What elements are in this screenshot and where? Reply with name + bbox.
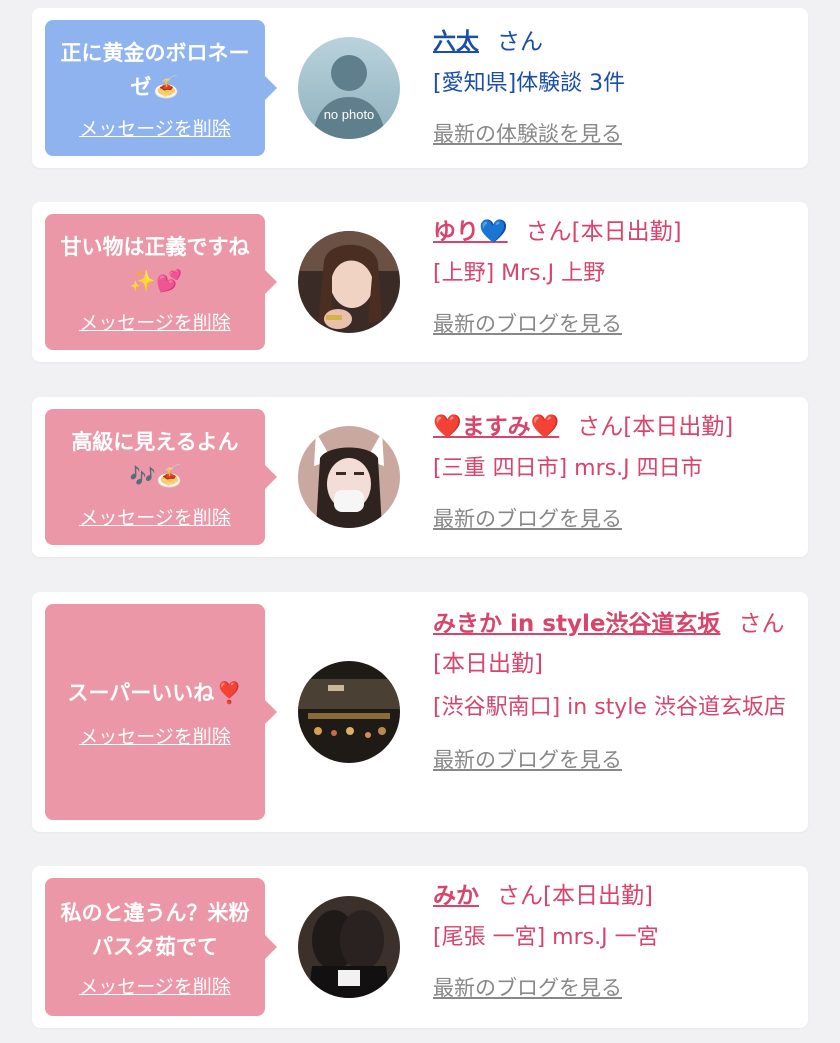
message-text: スーパーいいね❣️ — [67, 680, 243, 705]
delete-message-link[interactable]: メッセージを削除 — [79, 114, 231, 141]
profile-name-link[interactable]: ❤️ますみ❤️ — [433, 414, 559, 440]
honorific-text: さん[本日出勤] — [497, 883, 653, 909]
location-text: [尾張 一宮] mrs.J 一宮 — [433, 925, 659, 950]
avatar[interactable] — [298, 661, 400, 763]
latest-review-link[interactable]: 最新の体験談を見る — [433, 118, 622, 148]
profile-photo-icon — [298, 661, 400, 763]
heart-exclamation-emoji-icon: ❣️ — [216, 680, 243, 705]
profile-info: ❤️ますみ❤️ さん[本日出勤] [三重 四日市] mrs.J 四日市 最新のブロ… — [433, 409, 793, 533]
delete-message-link[interactable]: メッセージを削除 — [79, 722, 231, 749]
name-line: みきか in style渋谷道玄坂 さん[本日出勤] — [433, 604, 793, 684]
message-text: 甘い物は正義ですね✨💕 — [60, 234, 250, 293]
location-text: [渋谷駅南口] in style 渋谷道玄坂店 — [433, 695, 786, 720]
message-bubble: 高級に見えるよん 🎶🍝 メッセージを削除 — [45, 409, 277, 545]
location-text: [上野] Mrs.J 上野 — [433, 261, 606, 286]
location-text: [三重 四日市] mrs.J 四日市 — [433, 456, 703, 481]
profile-info: みか さん[本日出勤] [尾張 一宮] mrs.J 一宮 最新のブログを見る — [433, 878, 793, 1002]
location-text: [愛知県]体験談 3件 — [433, 71, 626, 96]
profile-info: ゆり💙 さん[本日出勤] [上野] Mrs.J 上野 最新のブログを見る — [433, 214, 793, 338]
spaghetti-emoji-icon: 🍝 — [153, 74, 180, 99]
message-list: 正に黄金のボロネーゼ🍝 メッセージを削除 no photo 六太 さん [愛知県]… — [0, 0, 840, 1043]
message-text: 私のと違うん？米粉パスタ茹でて — [60, 900, 250, 959]
profile-info: 六太 さん [愛知県]体験談 3件 最新の体験談を見る — [433, 24, 793, 148]
delete-message-link[interactable]: メッセージを削除 — [79, 503, 231, 530]
profile-name-link[interactable]: みか — [433, 883, 479, 909]
message-text: 高級に見えるよん 🎶🍝 — [71, 429, 239, 488]
delete-message-link[interactable]: メッセージを削除 — [79, 308, 231, 335]
message-text: 正に黄金のボロネーゼ🍝 — [60, 40, 250, 99]
profile-name-link[interactable]: 六太 — [433, 29, 479, 55]
profile-name-link[interactable]: ゆり💙 — [433, 219, 508, 245]
message-card: 私のと違うん？米粉パスタ茹でて メッセージを削除 みか さん[本日出勤] [尾張 … — [32, 866, 808, 1028]
message-bubble: 甘い物は正義ですね✨💕 メッセージを削除 — [45, 214, 277, 350]
latest-blog-link[interactable]: 最新のブログを見る — [433, 972, 622, 1002]
music-spaghetti-emoji-icon: 🎶🍝 — [129, 463, 183, 488]
profile-name-link[interactable]: みきか in style渋谷道玄坂 — [433, 611, 720, 637]
message-bubble: 私のと違うん？米粉パスタ茹でて メッセージを削除 — [45, 878, 277, 1016]
avatar[interactable]: no photo — [298, 37, 400, 139]
name-line: ゆり💙 さん[本日出勤] — [433, 214, 793, 250]
name-line: ❤️ますみ❤️ さん[本日出勤] — [433, 409, 793, 445]
message-card: 高級に見えるよん 🎶🍝 メッセージを削除 ❤️ますみ❤️ さん[本日出勤] [三重 … — [32, 397, 808, 557]
honorific-text: さん[本日出勤] — [577, 414, 734, 440]
profile-photo-icon — [298, 231, 400, 333]
avatar[interactable] — [298, 231, 400, 333]
latest-blog-link[interactable]: 最新のブログを見る — [433, 744, 622, 774]
message-card: 正に黄金のボロネーゼ🍝 メッセージを削除 no photo 六太 さん [愛知県]… — [32, 8, 808, 168]
message-card: 甘い物は正義ですね✨💕 メッセージを削除 ゆり💙 さん[本日出勤] [上野] Mr… — [32, 202, 808, 362]
profile-photo-icon — [298, 896, 400, 998]
latest-blog-link[interactable]: 最新のブログを見る — [433, 308, 622, 338]
avatar[interactable] — [298, 426, 400, 528]
svg-text:no photo: no photo — [324, 107, 375, 122]
honorific-text: さん[本日出勤] — [525, 219, 682, 245]
latest-blog-link[interactable]: 最新のブログを見る — [433, 503, 622, 533]
no-photo-silhouette-icon: no photo — [298, 37, 400, 139]
name-line: みか さん[本日出勤] — [433, 878, 793, 914]
avatar[interactable] — [298, 896, 400, 998]
sparkle-heart-emoji-icon: ✨💕 — [129, 268, 183, 293]
message-bubble: 正に黄金のボロネーゼ🍝 メッセージを削除 — [45, 20, 277, 156]
message-bubble: スーパーいいね❣️ メッセージを削除 — [45, 604, 277, 820]
honorific-text: さん — [497, 29, 543, 55]
message-card: スーパーいいね❣️ メッセージを削除 みきか in style渋谷道玄坂 さん[本… — [32, 592, 808, 832]
profile-info: みきか in style渋谷道玄坂 さん[本日出勤] [渋谷駅南口] in sty… — [433, 604, 793, 774]
delete-message-link[interactable]: メッセージを削除 — [79, 972, 231, 999]
name-line: 六太 さん — [433, 24, 793, 60]
profile-photo-icon — [298, 426, 400, 528]
